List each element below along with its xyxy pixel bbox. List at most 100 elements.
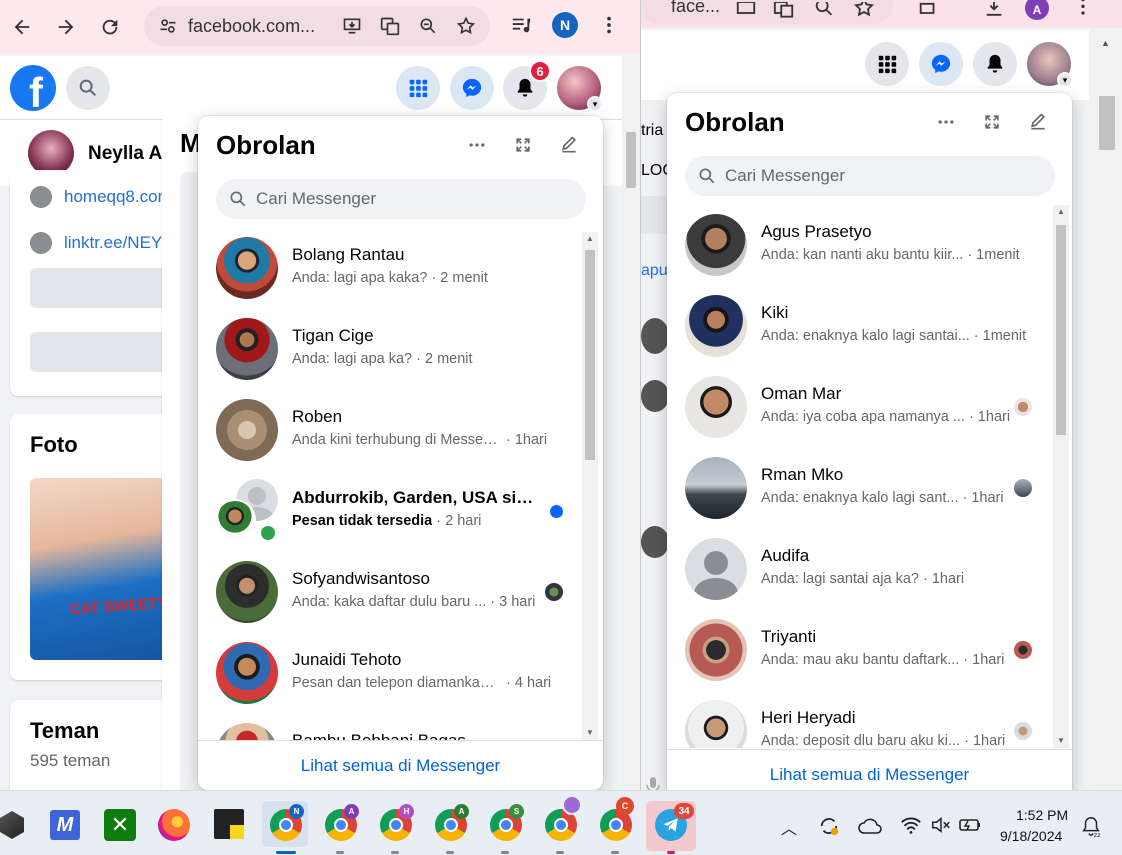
intro-link-text[interactable]: linktr.ee/NEY xyxy=(64,233,162,253)
account-avatar[interactable]: ▾ xyxy=(557,66,603,112)
chat-list-item[interactable]: Rman Mko Anda: enaknya kalo lagi sant...… xyxy=(667,448,1053,529)
clock-date[interactable]: 9/18/2024 xyxy=(1000,828,1062,844)
page-scrollbar[interactable] xyxy=(622,56,640,790)
new-message-button[interactable] xyxy=(558,134,580,156)
chat-options-button[interactable] xyxy=(935,111,957,133)
battery-icon[interactable] xyxy=(958,815,982,835)
translate-icon[interactable] xyxy=(773,2,795,24)
app-icon-cube[interactable] xyxy=(0,811,24,839)
notifications-center-icon[interactable]: zz xyxy=(1080,815,1102,837)
scroll-down-icon[interactable]: ▼ xyxy=(1053,734,1069,748)
reload-button[interactable] xyxy=(88,5,132,49)
zoom-icon[interactable] xyxy=(418,16,438,36)
chat-list-item[interactable]: Junaidi Tehoto Pesan dan telepon diamank… xyxy=(198,633,584,714)
arrow-left-icon xyxy=(14,19,30,35)
chat-list-item[interactable]: Heri Heryadi Anda: deposit dlu baru aku … xyxy=(667,691,1053,748)
chat-list-item[interactable]: Oman Mar Anda: iya coba apa namanya ... ·… xyxy=(667,367,1053,448)
media-control-icon[interactable] xyxy=(510,14,532,36)
photo-thumbnail[interactable]: CAT SWEETY xyxy=(30,478,170,660)
wifi-icon[interactable] xyxy=(900,815,922,835)
background-avatar xyxy=(641,380,669,412)
telegram-taskbar-button[interactable]: 34 xyxy=(646,801,696,854)
new-message-button[interactable] xyxy=(1027,111,1049,133)
intro-link-text[interactable]: homeqq8.com xyxy=(64,187,172,207)
chat-list-item[interactable]: Abdurrokib, Garden, USA sing... Pesan ti… xyxy=(198,471,584,552)
notification-count-badge: 6 xyxy=(529,60,551,82)
firefox-icon[interactable] xyxy=(158,809,190,841)
contact-name: Sofyandwisantoso xyxy=(292,569,430,588)
volume-muted-icon[interactable] xyxy=(930,815,952,835)
forward-button[interactable] xyxy=(44,5,88,49)
sticky-notes-icon[interactable] xyxy=(214,809,244,839)
profile-name[interactable]: Neylla A xyxy=(88,143,162,165)
chat-list-item[interactable]: Sofyandwisantoso Anda: kaka daftar dulu … xyxy=(198,552,584,633)
messenger-search-input[interactable] xyxy=(256,189,556,209)
contact-avatar xyxy=(216,561,278,623)
notifications-button[interactable] xyxy=(973,42,1017,86)
scroll-up-icon[interactable]: ▲ xyxy=(582,232,598,246)
chat-list-item[interactable]: Audifa Anda: lagi santai aja ka? · 1hari xyxy=(667,529,1053,610)
messenger-button[interactable] xyxy=(919,42,963,86)
contact-name: Bolang Rantau xyxy=(292,245,405,264)
extensions-icon[interactable] xyxy=(917,2,939,24)
fb-search-button[interactable] xyxy=(66,66,110,110)
bookmark-star-icon[interactable] xyxy=(853,2,875,24)
chat-list-item[interactable]: Bolang Rantau Anda: lagi apa kaka? · 2 me… xyxy=(198,228,584,309)
chat-list-item[interactable]: Bambu Bebbani Bagas xyxy=(198,714,584,740)
messenger-button[interactable] xyxy=(450,66,494,110)
clock-time[interactable]: 1:52 PM xyxy=(1016,807,1068,823)
intro-link-1[interactable]: homeqq8.com xyxy=(30,186,172,208)
chat-popover-right: Obrolan Agus Prasetyo Anda: kan nanti ak… xyxy=(667,93,1072,790)
kebab-menu-icon[interactable] xyxy=(1073,0,1093,18)
downloads-icon[interactable] xyxy=(983,2,1005,24)
messenger-search[interactable] xyxy=(216,179,586,219)
chrome-profile-badge: H xyxy=(399,804,414,819)
sync-icon[interactable] xyxy=(818,815,840,837)
microphone-icon[interactable] xyxy=(645,776,661,790)
install-app-icon[interactable] xyxy=(735,2,757,24)
notifications-button[interactable]: 6 xyxy=(503,60,551,110)
site-settings-icon[interactable] xyxy=(158,16,178,36)
background-text-fragment: tria xyxy=(641,122,664,139)
account-avatar[interactable]: ▾ xyxy=(1027,42,1073,88)
intro-link-2[interactable]: linktr.ee/NEY xyxy=(30,232,162,254)
kebab-menu-icon[interactable] xyxy=(598,14,620,36)
right-browser-window: face... A ▾ ▲ tria LOG apu Obrolan Cari … xyxy=(640,0,1122,790)
chat-popover-left: Obrolan Bolang Rantau Anda: lagi apa kak… xyxy=(198,116,603,790)
facebook-logo-icon[interactable]: f xyxy=(10,65,56,111)
chat-list-item[interactable]: Tigan Cige Anda: lagi apa ka? · 2 menit xyxy=(198,309,584,390)
chat-list-scrollbar[interactable]: ▲ ▼ xyxy=(1053,205,1069,748)
see-all-in-messenger-link[interactable]: Lihat semua di Messenger xyxy=(198,740,603,790)
chat-expand-button[interactable] xyxy=(512,134,534,156)
app-icon-m[interactable]: M xyxy=(50,810,80,840)
scroll-up-icon[interactable]: ▲ xyxy=(1053,205,1069,219)
chevron-up-icon[interactable]: ︿ xyxy=(781,815,797,839)
chrome-profile-avatar[interactable]: A xyxy=(1025,0,1049,20)
menu-grid-button[interactable] xyxy=(865,42,909,86)
zoom-icon[interactable] xyxy=(813,2,835,24)
chat-expand-button[interactable] xyxy=(981,111,1003,133)
translate-icon[interactable] xyxy=(380,16,400,36)
back-button[interactable] xyxy=(0,5,44,49)
xbox-icon[interactable]: ✕ xyxy=(104,809,136,841)
chat-options-button[interactable] xyxy=(466,134,488,156)
chat-list-item[interactable]: Roben Anda kini terhubung di Messen... · … xyxy=(198,390,584,471)
bookmark-star-icon[interactable] xyxy=(456,16,476,36)
contact-avatar xyxy=(216,642,278,704)
address-bar[interactable]: facebook.com... xyxy=(144,6,490,46)
install-app-icon[interactable] xyxy=(342,16,362,36)
messenger-search[interactable] xyxy=(685,156,1055,196)
chrome-profile-avatar[interactable]: N xyxy=(552,12,578,38)
chat-list-item[interactable]: Triyanti Anda: mau aku bantu daftark... ·… xyxy=(667,610,1053,691)
scroll-down-icon[interactable]: ▼ xyxy=(582,726,598,740)
chat-title: Obrolan xyxy=(685,107,785,137)
page-scrollbar-right[interactable]: ▲ xyxy=(1089,30,1122,790)
messenger-search-input[interactable] xyxy=(725,166,1025,186)
chat-list-item[interactable]: Agus Prasetyo Anda: kan nanti aku bantu … xyxy=(667,205,1053,286)
menu-grid-button[interactable] xyxy=(396,66,440,110)
see-all-in-messenger-link[interactable]: Lihat semua di Messenger xyxy=(667,749,1072,790)
chat-list-scrollbar[interactable]: ▲ ▼ xyxy=(582,232,598,740)
contact-avatar xyxy=(216,723,278,740)
chat-list-item[interactable]: Kiki Anda: enaknya kalo lagi santai... · … xyxy=(667,286,1053,367)
onedrive-cloud-icon[interactable] xyxy=(858,817,882,835)
